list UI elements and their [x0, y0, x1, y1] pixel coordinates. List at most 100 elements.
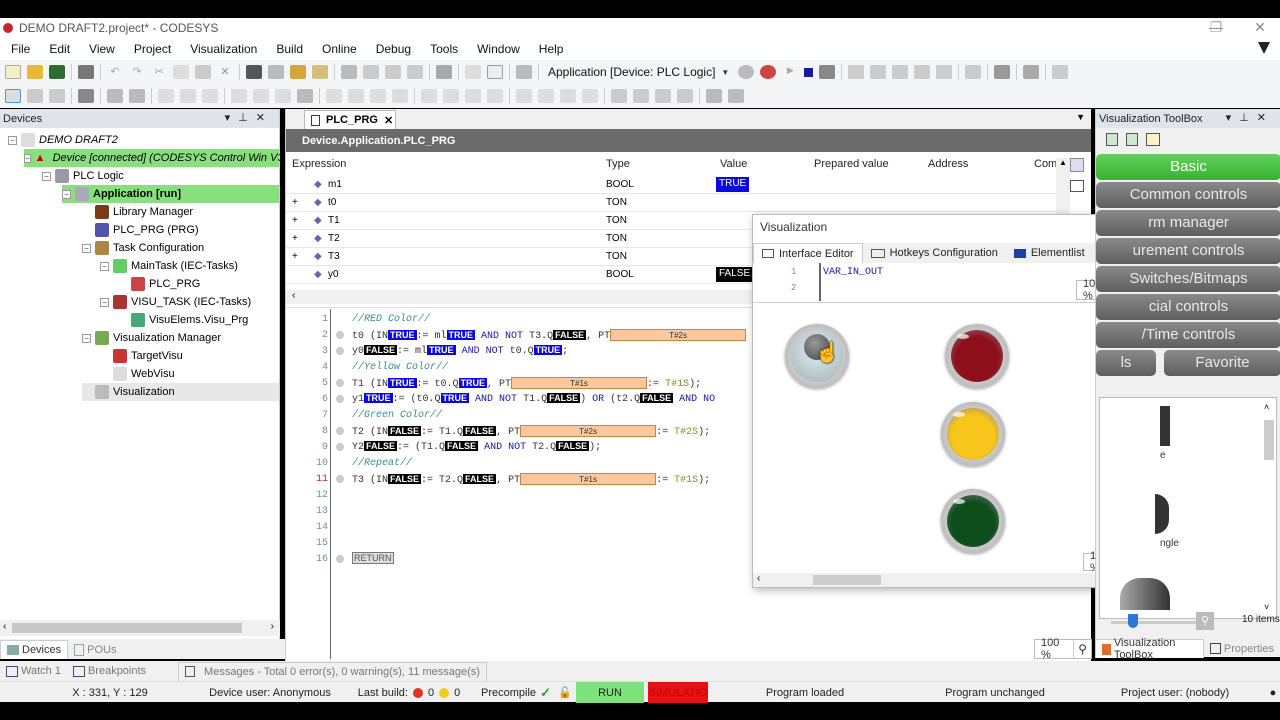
- grid-view-icon[interactable]: [1070, 180, 1084, 192]
- code-line[interactable]: 12: [286, 487, 756, 503]
- code-line[interactable]: 9 Y2 FALSE:= (T1.Q FALSE AND NOT T2.Q FALSE)…: [286, 439, 756, 455]
- tab-breakpoints[interactable]: Breakpoints: [67, 662, 152, 681]
- canvas-horizontal-scrollbar[interactable]: ‹ ›: [753, 573, 1145, 587]
- menu-file[interactable]: File: [0, 42, 37, 56]
- unforce-icon[interactable]: [1052, 65, 1069, 79]
- write-values-icon[interactable]: [994, 65, 1011, 79]
- tree-item[interactable]: TargetVisu: [100, 347, 279, 365]
- toolbox-category-favorite[interactable]: Favorite: [1164, 350, 1280, 376]
- toolbox-category[interactable]: urement controls: [1096, 238, 1280, 264]
- tab-plc-prg[interactable]: PLC_PRG ✕: [304, 110, 396, 129]
- list-scrollbar[interactable]: [1264, 420, 1274, 460]
- code-line[interactable]: 5 T1 (IN TRUE:= t0.Q TRUE, PT T#1s:= T#1S);: [286, 375, 756, 391]
- toolbox-category[interactable]: ls: [1096, 350, 1156, 376]
- step-out-icon[interactable]: [892, 65, 909, 79]
- menu-debug[interactable]: Debug: [364, 42, 418, 56]
- close-panel-icon[interactable]: ✕: [1257, 112, 1274, 124]
- zoom-icon[interactable]: ⚲: [1074, 640, 1091, 658]
- make-same-width-icon[interactable]: [516, 89, 532, 103]
- breakpoint-marker[interactable]: [336, 475, 344, 483]
- bookmark-icon[interactable]: [341, 65, 357, 79]
- filter-icon[interactable]: [1258, 42, 1270, 54]
- paste-icon[interactable]: [195, 65, 211, 79]
- code-line[interactable]: 10 //Repeat//: [286, 455, 756, 471]
- tree-item[interactable]: − Visualization Manager: [82, 329, 279, 347]
- distribute-h-icon[interactable]: [326, 89, 342, 103]
- code-line[interactable]: 1 //RED Color//: [286, 311, 756, 327]
- scroll-thumb[interactable]: [12, 623, 242, 633]
- toolbox-view-icon[interactable]: [1106, 132, 1118, 146]
- tree-item[interactable]: VisuElems.Visu_Prg: [118, 311, 279, 329]
- code-line[interactable]: 14: [286, 519, 756, 535]
- tree-item[interactable]: WebVisu: [100, 365, 279, 383]
- code-line[interactable]: 16 RETURN: [286, 551, 756, 567]
- globe-icon[interactable]: ●: [1266, 682, 1280, 703]
- lamp-red[interactable]: [945, 324, 1009, 388]
- tree-item[interactable]: PLC_PRG (PRG): [82, 221, 279, 239]
- tab-watch-1[interactable]: Watch 1: [0, 662, 67, 681]
- collapse-icon[interactable]: −: [8, 135, 17, 145]
- toolbox-image-pool-icon[interactable]: [1146, 132, 1160, 146]
- item-size-slider[interactable]: [1111, 621, 1196, 624]
- collapse-icon[interactable]: −: [82, 243, 91, 253]
- decrease-v-spacing-icon[interactable]: [465, 89, 481, 103]
- code-line[interactable]: 4 //Yellow Color//: [286, 359, 756, 375]
- stop-icon[interactable]: [804, 67, 814, 77]
- toolbox-search-icon[interactable]: ⚲: [1196, 612, 1214, 630]
- decrease-h-spacing-icon[interactable]: [370, 89, 386, 103]
- breakpoint-marker[interactable]: [336, 379, 344, 387]
- align-center-icon[interactable]: [297, 89, 313, 103]
- col-value[interactable]: Value: [720, 158, 747, 170]
- expand-icon[interactable]: +: [292, 233, 298, 244]
- tab-pous[interactable]: POUs: [68, 640, 122, 659]
- send-to-back-icon[interactable]: [677, 89, 693, 103]
- col-address[interactable]: Address: [928, 158, 968, 170]
- code-line[interactable]: 6 y1 TRUE:= (t0.Q TRUE AND NOT T1.Q FALSE) O…: [286, 391, 756, 407]
- expand-icon[interactable]: +: [292, 215, 298, 226]
- collapse-icon[interactable]: −: [62, 189, 71, 199]
- align-center-v-icon[interactable]: [253, 89, 269, 103]
- redo-icon[interactable]: ↷: [129, 65, 145, 79]
- expand-icon[interactable]: +: [292, 197, 298, 208]
- list-scroll-down-icon[interactable]: ˅: [1264, 602, 1269, 612]
- collapse-icon[interactable]: −: [100, 261, 109, 271]
- breakpoint-marker[interactable]: [336, 331, 344, 339]
- lamp-yellow[interactable]: [941, 402, 1005, 466]
- menu-visualization[interactable]: Visualization: [178, 42, 264, 56]
- breakpoint-marker[interactable]: [336, 347, 344, 355]
- add-object-icon[interactable]: [465, 65, 481, 79]
- increase-v-spacing-icon[interactable]: [443, 89, 459, 103]
- simulation-status[interactable]: SIMULATIO: [648, 682, 708, 703]
- tabs-dropdown-icon[interactable]: ▼: [1076, 112, 1085, 122]
- editor-zoom[interactable]: 100 % ⚲: [1034, 637, 1092, 661]
- active-application-select[interactable]: Application [Device: PLC Logic]: [548, 65, 715, 79]
- scroll-left-icon[interactable]: ‹: [3, 621, 6, 632]
- lock-icon[interactable]: 🔓: [556, 682, 574, 703]
- watch-view-icon[interactable]: [1070, 158, 1084, 172]
- toolbox-item-rounded-rectangle[interactable]: [1155, 494, 1169, 534]
- breakpoint-marker[interactable]: [336, 443, 344, 451]
- breakpoint-marker[interactable]: [336, 555, 344, 563]
- toolbox-item-ellipse[interactable]: [1120, 578, 1170, 610]
- bookmark-clear-icon[interactable]: [407, 65, 423, 79]
- pin-icon[interactable]: ⊥: [1239, 112, 1257, 124]
- bring-forward-icon[interactable]: [633, 89, 649, 103]
- code-line[interactable]: 13: [286, 503, 756, 519]
- menu-online[interactable]: Online: [310, 42, 364, 56]
- save-icon[interactable]: [49, 65, 65, 79]
- menu-project[interactable]: Project: [122, 42, 178, 56]
- tab-visualization-toolbox[interactable]: Visualization ToolBox: [1095, 637, 1204, 661]
- lamp-green[interactable]: [941, 489, 1005, 553]
- toolbox-category[interactable]: Switches/Bitmaps: [1096, 266, 1280, 292]
- align-right-icon[interactable]: [202, 89, 218, 103]
- show-current-statement-icon[interactable]: [965, 65, 982, 79]
- toolbox-category[interactable]: /Time controls: [1096, 322, 1280, 348]
- tab-hotkeys-configuration[interactable]: Hotkeys Configuration: [863, 243, 1006, 263]
- breakpoint-marker[interactable]: [336, 395, 344, 403]
- col-type[interactable]: Type: [606, 158, 630, 170]
- distribute-v-icon[interactable]: [421, 89, 437, 103]
- expand-icon[interactable]: +: [292, 251, 298, 262]
- watch-row[interactable]: ◆ m1 BOOL TRUE: [286, 176, 1056, 194]
- devices-horizontal-scrollbar[interactable]: ‹ ›: [0, 620, 280, 636]
- bookmark-next-icon[interactable]: [385, 65, 401, 79]
